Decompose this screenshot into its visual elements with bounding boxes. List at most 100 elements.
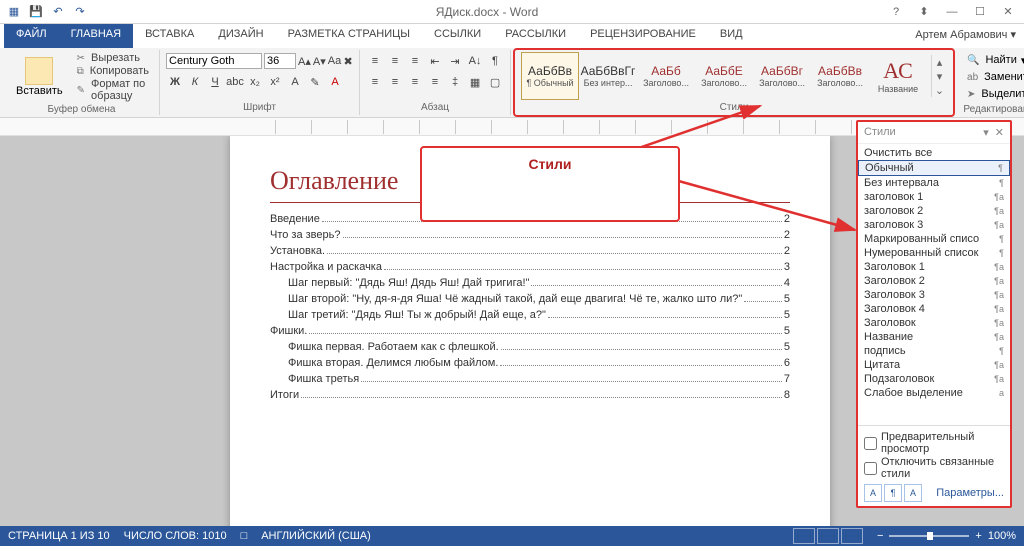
- styles-pane-item[interactable]: подпись¶: [858, 344, 1010, 358]
- status-words[interactable]: ЧИСЛО СЛОВ: 1010: [124, 530, 227, 542]
- help-icon[interactable]: ?: [884, 3, 908, 21]
- outdent-button[interactable]: ⇤: [426, 52, 444, 70]
- styles-pane-item[interactable]: заголовок 2¶a: [858, 204, 1010, 218]
- styles-pane-item[interactable]: Маркированный списо¶: [858, 232, 1010, 246]
- zoom-in-button[interactable]: +: [975, 530, 981, 542]
- subscript-button[interactable]: x₂: [246, 73, 264, 91]
- styles-pane-item[interactable]: Название¶a: [858, 330, 1010, 344]
- style-gallery-item[interactable]: АаБбВв¶ Обычный: [521, 52, 579, 100]
- style-gallery-item[interactable]: АаБбВвГгБез интер...: [579, 52, 637, 100]
- tab-references[interactable]: ССЫЛКИ: [422, 24, 493, 48]
- find-button[interactable]: 🔍Найти ▾: [963, 52, 1024, 68]
- tab-file[interactable]: ФАЙЛ: [4, 24, 59, 48]
- line-spacing-button[interactable]: ‡: [446, 73, 464, 91]
- styles-pane-dropdown-icon[interactable]: ▾: [983, 126, 989, 139]
- gallery-more[interactable]: ⌄: [932, 83, 947, 97]
- align-left-button[interactable]: ≡: [366, 73, 384, 91]
- view-web-button[interactable]: [841, 528, 863, 544]
- maximize-icon[interactable]: ☐: [968, 3, 992, 21]
- format-painter-button[interactable]: ✎Формат по образцу: [73, 78, 153, 102]
- italic-button[interactable]: К: [186, 73, 204, 91]
- preview-checkbox[interactable]: Предварительный просмотр: [864, 431, 1004, 455]
- user-name[interactable]: Артем Абрамович ▾: [915, 28, 1016, 41]
- styles-pane-item[interactable]: Нумерованный список¶: [858, 246, 1010, 260]
- multilevel-button[interactable]: ≡: [406, 52, 424, 70]
- tab-insert[interactable]: ВСТАВКА: [133, 24, 206, 48]
- styles-pane-item[interactable]: Заголовок¶a: [858, 316, 1010, 330]
- styles-pane-item[interactable]: Заголовок 2¶a: [858, 274, 1010, 288]
- redo-icon[interactable]: ↷: [70, 2, 90, 22]
- status-proof-icon[interactable]: □: [241, 530, 248, 542]
- style-gallery-item[interactable]: АСНазвание: [869, 52, 927, 100]
- change-case-button[interactable]: Aa: [328, 52, 341, 70]
- gallery-scroll-down[interactable]: ▾: [932, 69, 947, 83]
- superscript-button[interactable]: x²: [266, 73, 284, 91]
- styles-pane-item[interactable]: Цитата¶a: [858, 358, 1010, 372]
- gallery-scroll-up[interactable]: ▴: [932, 55, 947, 69]
- zoom-slider[interactable]: [889, 535, 969, 537]
- style-gallery-item[interactable]: АаБбЕЗаголово...: [695, 52, 753, 100]
- show-marks-button[interactable]: ¶: [486, 52, 504, 70]
- styles-pane-item[interactable]: Слабое выделениеa: [858, 386, 1010, 400]
- styles-pane-item[interactable]: Заголовок 4¶a: [858, 302, 1010, 316]
- font-color-button[interactable]: A: [326, 73, 344, 91]
- highlight-button[interactable]: ✎: [306, 73, 324, 91]
- clear-format-button[interactable]: ✖: [343, 52, 353, 70]
- bullets-button[interactable]: ≡: [366, 52, 384, 70]
- status-language[interactable]: АНГЛИЙСКИЙ (США): [261, 530, 371, 542]
- manage-styles-button[interactable]: A: [904, 484, 922, 502]
- styles-pane-close-icon[interactable]: ✕: [995, 126, 1004, 139]
- tab-review[interactable]: РЕЦЕНЗИРОВАНИЕ: [578, 24, 708, 48]
- styles-pane-item[interactable]: Заголовок 3¶a: [858, 288, 1010, 302]
- cut-button[interactable]: ✂Вырезать: [73, 52, 153, 64]
- style-gallery-item[interactable]: АаБбВвЗаголово...: [811, 52, 869, 100]
- styles-pane-item[interactable]: Обычный¶: [858, 160, 1010, 176]
- shading-button[interactable]: ▦: [466, 73, 484, 91]
- tab-view[interactable]: ВИД: [708, 24, 755, 48]
- styles-pane-item[interactable]: Без интервала¶: [858, 176, 1010, 190]
- sort-button[interactable]: A↓: [466, 52, 484, 70]
- justify-button[interactable]: ≡: [426, 73, 444, 91]
- new-style-button[interactable]: A: [864, 484, 882, 502]
- bold-button[interactable]: Ж: [166, 73, 184, 91]
- grow-font-button[interactable]: A▴: [298, 52, 311, 70]
- view-print-button[interactable]: [817, 528, 839, 544]
- style-gallery-item[interactable]: АаБбЗаголово...: [637, 52, 695, 100]
- paste-button[interactable]: Вставить: [10, 55, 69, 99]
- font-size-combo[interactable]: [264, 53, 296, 69]
- indent-button[interactable]: ⇥: [446, 52, 464, 70]
- styles-clear-all[interactable]: Очистить все: [858, 146, 1010, 160]
- tab-design[interactable]: ДИЗАЙН: [206, 24, 275, 48]
- disable-linked-checkbox[interactable]: Отключить связанные стили: [864, 456, 1004, 480]
- replace-button[interactable]: abЗаменить: [963, 69, 1024, 85]
- tab-mailings[interactable]: РАССЫЛКИ: [493, 24, 578, 48]
- tab-home[interactable]: ГЛАВНАЯ: [59, 24, 133, 48]
- underline-button[interactable]: Ч: [206, 73, 224, 91]
- minimize-icon[interactable]: —: [940, 3, 964, 21]
- align-right-button[interactable]: ≡: [406, 73, 424, 91]
- strike-button[interactable]: abc: [226, 73, 244, 91]
- zoom-out-button[interactable]: −: [877, 530, 883, 542]
- select-button[interactable]: ➤Выделить ▾: [963, 86, 1024, 102]
- tab-layout[interactable]: РАЗМЕТКА СТРАНИЦЫ: [276, 24, 422, 48]
- styles-pane-item[interactable]: Подзаголовок¶a: [858, 372, 1010, 386]
- styles-pane-item[interactable]: заголовок 1¶a: [858, 190, 1010, 204]
- zoom-value[interactable]: 100%: [988, 530, 1016, 542]
- style-inspector-button[interactable]: ¶: [884, 484, 902, 502]
- shrink-font-button[interactable]: A▾: [313, 52, 326, 70]
- style-gallery-item[interactable]: АаБбВгЗаголово...: [753, 52, 811, 100]
- styles-options-link[interactable]: Параметры...: [936, 487, 1004, 499]
- numbering-button[interactable]: ≡: [386, 52, 404, 70]
- font-name-combo[interactable]: [166, 53, 262, 69]
- text-effect-button[interactable]: A: [286, 73, 304, 91]
- save-icon[interactable]: 💾: [26, 2, 46, 22]
- borders-button[interactable]: ▢: [486, 73, 504, 91]
- ribbon-toggle-icon[interactable]: ⬍: [912, 3, 936, 21]
- copy-button[interactable]: ⧉Копировать: [73, 65, 153, 77]
- undo-icon[interactable]: ↶: [48, 2, 68, 22]
- styles-pane-item[interactable]: заголовок 3¶a: [858, 218, 1010, 232]
- view-read-button[interactable]: [793, 528, 815, 544]
- styles-pane-item[interactable]: Заголовок 1¶a: [858, 260, 1010, 274]
- status-page[interactable]: СТРАНИЦА 1 ИЗ 10: [8, 530, 110, 542]
- align-center-button[interactable]: ≡: [386, 73, 404, 91]
